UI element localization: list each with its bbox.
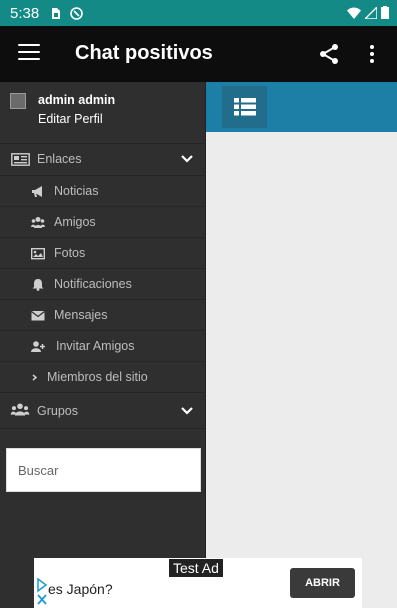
status-bar: 5:38 bbox=[0, 0, 397, 26]
adchoices-icon[interactable] bbox=[36, 578, 48, 606]
sim-card-icon bbox=[52, 7, 61, 19]
newspaper-icon bbox=[11, 153, 30, 166]
nav-item-fotos[interactable]: Fotos bbox=[0, 238, 205, 269]
nav-item-label: Notificaciones bbox=[54, 277, 132, 291]
nav-section-groups[interactable]: Grupos bbox=[0, 393, 205, 429]
wifi-icon bbox=[347, 7, 361, 19]
profile-name: admin admin bbox=[38, 93, 116, 107]
app-title: Chat positivos bbox=[75, 42, 213, 64]
ad-banner[interactable]: Test Ad es Japón? ABRIR bbox=[34, 558, 362, 608]
share-icon[interactable] bbox=[317, 42, 341, 66]
list-view-button[interactable] bbox=[222, 86, 267, 128]
status-time: 5:38 bbox=[10, 4, 40, 22]
image-icon bbox=[31, 248, 45, 260]
envelope-icon bbox=[31, 311, 45, 321]
nav-item-invitar-amigos[interactable]: Invitar Amigos bbox=[0, 331, 205, 362]
bullhorn-icon bbox=[32, 186, 42, 197]
more-vert-icon[interactable] bbox=[363, 42, 381, 66]
status-indicators bbox=[347, 6, 389, 19]
profile-header: admin admin Editar Perfil bbox=[0, 82, 205, 144]
nav-item-label: Amigos bbox=[54, 215, 96, 229]
users-icon bbox=[10, 403, 30, 416]
app-bar: Chat positivos bbox=[0, 26, 397, 82]
nav-item-label: Mensajes bbox=[54, 308, 108, 322]
nav-item-label: Invitar Amigos bbox=[56, 339, 135, 353]
nav-item-label: Noticias bbox=[54, 184, 99, 198]
battery-icon bbox=[381, 6, 389, 19]
nav-item-miembros[interactable]: Miembros del sitio bbox=[0, 362, 205, 393]
ad-open-button[interactable]: ABRIR bbox=[290, 568, 355, 598]
data-saver-icon bbox=[70, 6, 84, 20]
content-toolbar bbox=[206, 82, 397, 132]
nav-item-label: Fotos bbox=[54, 246, 86, 260]
nav-item-label: Miembros del sitio bbox=[47, 370, 148, 384]
search-input[interactable] bbox=[7, 449, 200, 491]
list-icon bbox=[234, 98, 256, 116]
chevron-down-icon bbox=[181, 155, 193, 163]
nav-section-groups-label: Grupos bbox=[37, 404, 78, 418]
main-content bbox=[206, 82, 397, 608]
menu-icon[interactable] bbox=[18, 44, 40, 62]
ad-text: es Japón? bbox=[48, 581, 113, 597]
avatar[interactable] bbox=[10, 93, 26, 109]
signal-icon bbox=[365, 6, 377, 19]
nav-item-amigos[interactable]: Amigos bbox=[0, 207, 205, 238]
nav-drawer: admin admin Editar Perfil Enlaces Notici… bbox=[0, 82, 206, 608]
ad-label: Test Ad bbox=[169, 559, 223, 577]
edit-profile-link[interactable]: Editar Perfil bbox=[38, 112, 103, 126]
nav-section-links-label: Enlaces bbox=[37, 152, 82, 166]
nav-item-notificaciones[interactable]: Notificaciones bbox=[0, 269, 205, 300]
chevron-down-icon bbox=[181, 407, 193, 415]
nav-item-mensajes[interactable]: Mensajes bbox=[0, 300, 205, 331]
nav-section-links[interactable]: Enlaces bbox=[0, 144, 205, 176]
user-plus-icon bbox=[31, 341, 45, 352]
chevron-right-icon bbox=[32, 374, 38, 381]
users-icon bbox=[31, 217, 45, 228]
bell-icon bbox=[32, 279, 44, 291]
search-box bbox=[6, 448, 201, 492]
screen: { "status_bar": { "time": "5:38" }, "app… bbox=[0, 0, 397, 608]
nav-item-noticias[interactable]: Noticias bbox=[0, 176, 205, 207]
